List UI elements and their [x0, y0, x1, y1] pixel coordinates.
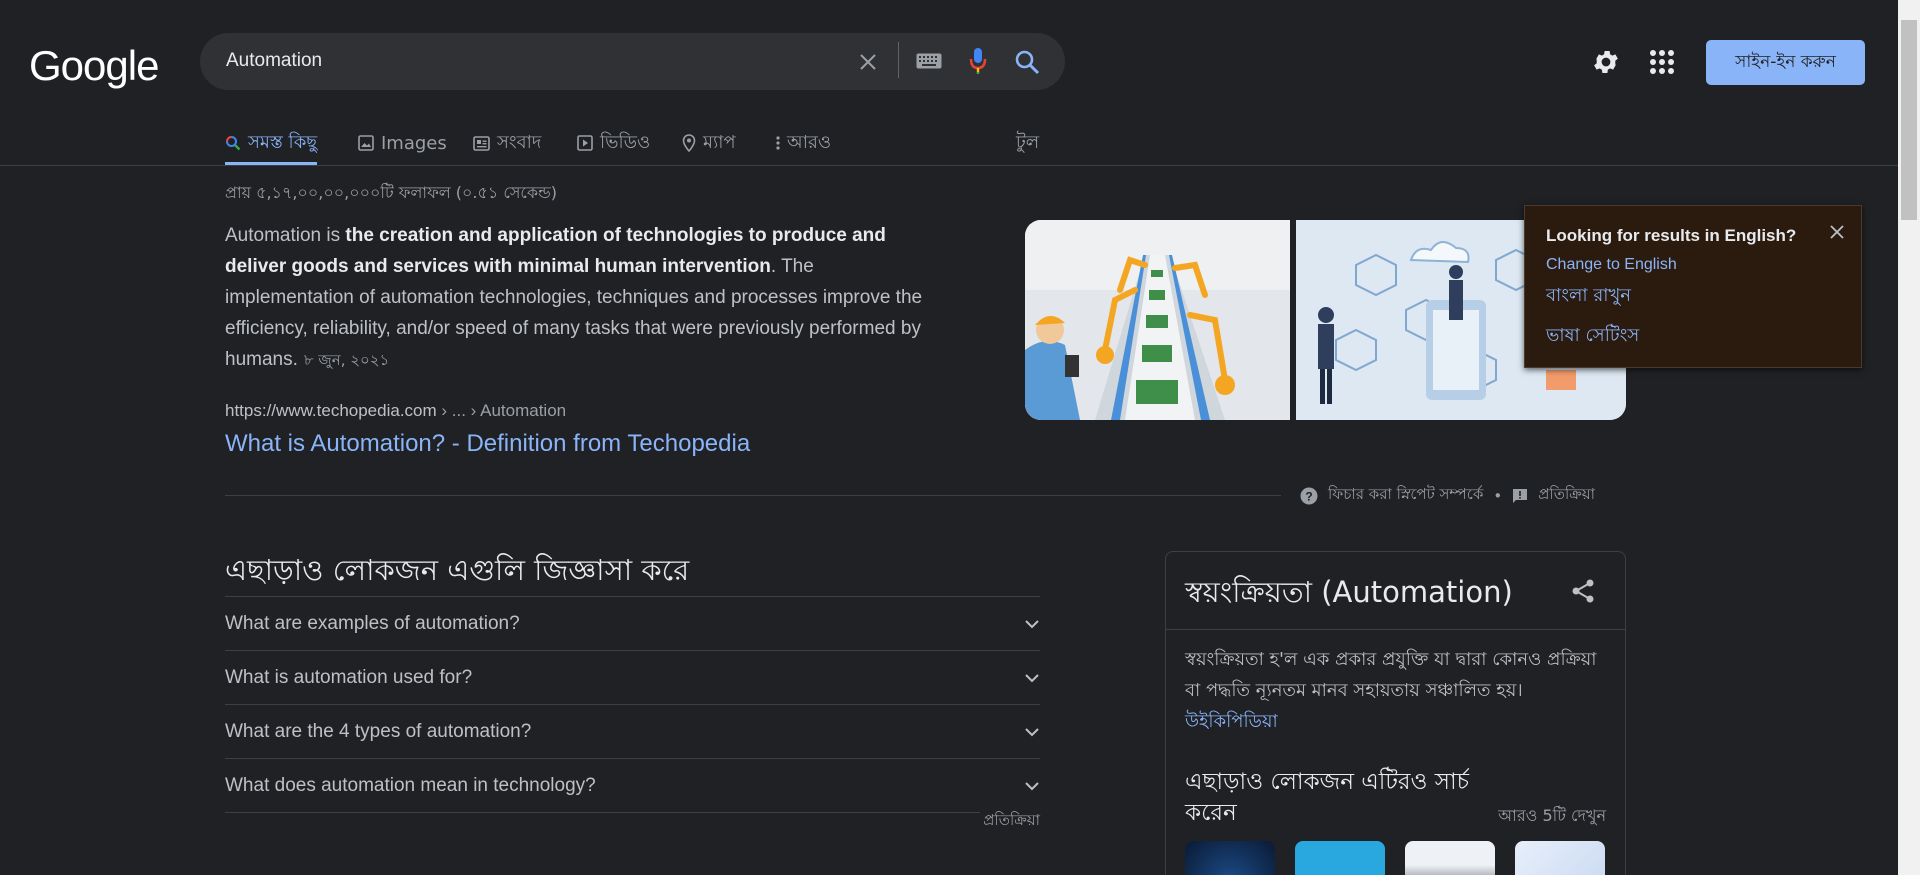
tab-news[interactable]: সংবাদ — [473, 124, 541, 162]
language-suggestion-popup: Looking for results in English? Change t… — [1524, 205, 1862, 368]
search-tabs: সমস্ত কিছু Images সংবাদ ভিডিও ম্যাপ আরও … — [0, 120, 1898, 166]
news-icon — [473, 135, 490, 151]
tab-maps[interactable]: ম্যাপ — [682, 124, 736, 162]
tab-all[interactable]: সমস্ত কিছু — [225, 124, 318, 165]
tab-more[interactable]: আরও — [776, 124, 831, 162]
related-thumbnail[interactable] — [1295, 841, 1385, 875]
map-pin-icon — [682, 134, 696, 152]
cite-breadcrumb: › ... › Automation — [436, 401, 567, 420]
tab-label: ম্যাপ — [703, 131, 736, 153]
clear-icon[interactable] — [856, 50, 880, 74]
people-also-ask-list: What are examples of automation? What is… — [225, 596, 1040, 813]
tab-label: Images — [381, 132, 447, 154]
paa-question[interactable]: What are the 4 types of automation? — [225, 704, 1040, 758]
related-thumbnail[interactable] — [1405, 841, 1495, 875]
question-text: What does automation mean in technology? — [225, 774, 596, 796]
change-to-english-link[interactable]: Change to English — [1546, 256, 1677, 274]
wikipedia-link[interactable]: উইকিপিডিয়া — [1185, 711, 1278, 732]
related-thumbnail[interactable] — [1515, 841, 1605, 875]
knowledge-panel: স্বয়ংক্রিয়তা (Automation) স্বয়ংক্রিয়… — [1165, 551, 1626, 875]
result-cite: https://www.techopedia.com › ... › Autom… — [225, 401, 566, 421]
page-scrollbar[interactable] — [1898, 0, 1920, 875]
snippet-divider — [225, 495, 1281, 496]
snippet-image-conveyor[interactable] — [1025, 220, 1290, 420]
paa-question[interactable]: What is automation used for? — [225, 650, 1040, 704]
snippet-date: ৮ জুন, ২০২১ — [303, 351, 390, 369]
keyboard-icon[interactable] — [916, 50, 942, 72]
knowledge-panel-title: স্বয়ংক্রিয়তা (Automation) — [1185, 575, 1513, 609]
snippet-feedback-link[interactable]: প্রতিক্রিয়া — [1538, 483, 1595, 508]
footer-dot: • — [1493, 486, 1503, 505]
popup-title: Looking for results in English? — [1546, 226, 1797, 245]
scrollbar-thumb[interactable] — [1901, 20, 1917, 220]
feedback-icon[interactable] — [1512, 488, 1528, 504]
knowledge-panel-description: স্বয়ংক্রিয়তা হ'ল এক প্রকার প্রযুক্তি য… — [1185, 644, 1610, 737]
people-also-search-heading: এছাড়াও লোকজন এটিরও সার্চ করেন — [1185, 769, 1470, 826]
tab-label: ভিডিও — [600, 131, 651, 153]
tools-label: টুল — [1016, 131, 1040, 153]
tab-label: সমস্ত কিছু — [248, 131, 318, 153]
keep-bangla-link[interactable]: বাংলা রাখুন — [1546, 281, 1631, 312]
video-icon — [577, 135, 593, 151]
search-input[interactable] — [226, 48, 826, 74]
tab-label: আরও — [787, 131, 832, 153]
tab-label: সংবাদ — [497, 131, 542, 153]
related-thumbnails — [1185, 841, 1605, 875]
chevron-down-icon — [1025, 673, 1039, 682]
tab-videos[interactable]: ভিডিও — [577, 124, 650, 162]
microphone-icon[interactable] — [966, 46, 990, 76]
help-icon[interactable]: ? — [1300, 487, 1318, 505]
see-more-link[interactable]: আরও 5টি দেখুন — [1498, 803, 1606, 830]
paa-feedback-link[interactable]: প্রতিক্রিয়া — [980, 809, 1040, 834]
snippet-footer: ? ফিচার করা স্নিপেট সম্পর্কে • প্রতিক্রি… — [1300, 483, 1595, 508]
paa-question[interactable]: What does automation mean in technology? — [225, 758, 1040, 812]
google-logo[interactable]: Google — [29, 42, 159, 90]
tab-images[interactable]: Images — [358, 124, 447, 162]
question-text: What are examples of automation? — [225, 612, 520, 634]
cite-domain: https://www.techopedia.com — [225, 401, 437, 420]
search-divider — [898, 42, 899, 78]
svg-text:?: ? — [1305, 489, 1312, 503]
share-icon[interactable] — [1571, 578, 1595, 609]
chevron-down-icon — [1025, 727, 1039, 736]
tools-button[interactable]: টুল — [1016, 124, 1039, 162]
featured-snippet-text: Automation is the creation and applicati… — [225, 220, 945, 376]
more-vert-icon — [776, 136, 780, 150]
about-snippet-link[interactable]: ফিচার করা স্নিপেট সম্পর্কে — [1328, 483, 1483, 508]
related-thumbnail[interactable] — [1185, 841, 1275, 875]
language-settings-link[interactable]: ভাষা সেটিংস — [1546, 321, 1639, 352]
search-icon[interactable] — [1012, 47, 1042, 77]
result-stats: প্রায় ৫,১৭,০০,০০,০০০টি ফলাফল (০.৫১ সেকে… — [225, 183, 558, 202]
chevron-down-icon — [1025, 781, 1039, 790]
sign-in-button[interactable]: সাইন-ইন করুন — [1706, 40, 1865, 85]
apps-grid-icon[interactable] — [1649, 49, 1679, 79]
description-text: স্বয়ংক্রিয়তা হ'ল এক প্রকার প্রযুক্তি য… — [1185, 649, 1597, 701]
knowledge-panel-divider — [1166, 629, 1625, 630]
people-also-ask-heading: এছাড়াও লোকজন এগুলি জিজ্ঞাসা করে — [225, 553, 690, 587]
question-text: What are the 4 types of automation? — [225, 720, 532, 742]
search-icon — [226, 136, 241, 151]
paa-divider — [225, 812, 1040, 813]
image-icon — [358, 135, 374, 151]
paa-question[interactable]: What are examples of automation? — [225, 596, 1040, 650]
settings-gear-icon[interactable] — [1591, 47, 1623, 79]
chevron-down-icon — [1025, 619, 1039, 628]
result-title-link[interactable]: What is Automation? - Definition from Te… — [225, 430, 750, 458]
close-icon[interactable] — [1829, 224, 1845, 245]
question-text: What is automation used for? — [225, 666, 473, 688]
snippet-lead: Automation is — [225, 225, 346, 246]
